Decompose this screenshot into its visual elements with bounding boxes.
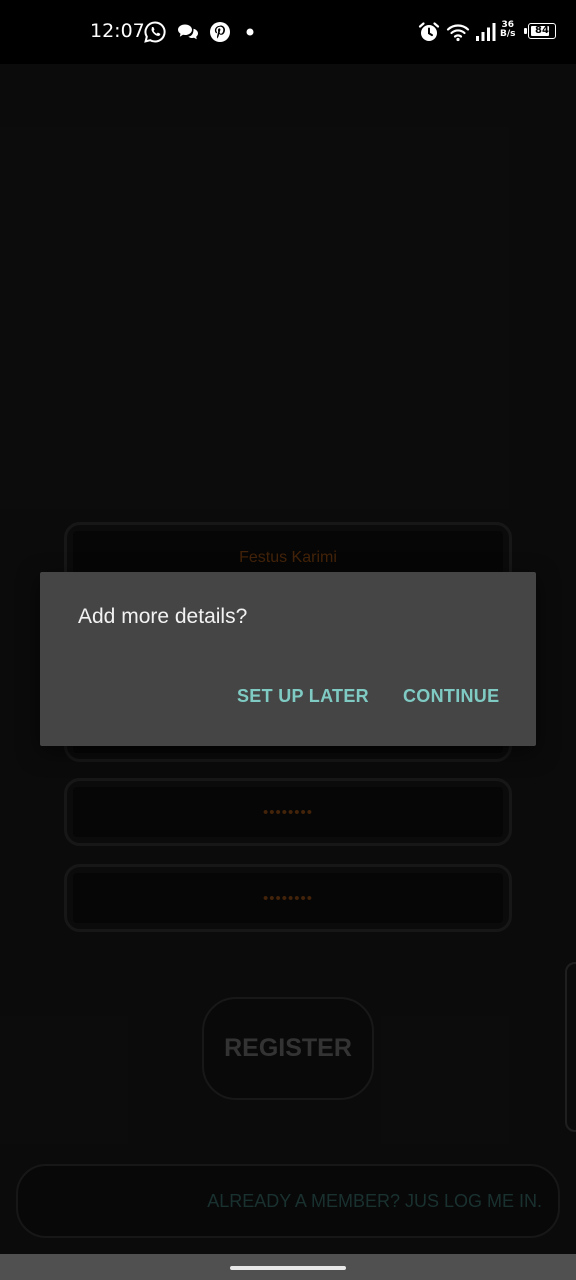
pinterest-icon: [210, 22, 230, 42]
battery-tip: [524, 28, 527, 34]
battery-level: 84: [535, 25, 549, 36]
network-speed-unit: B/s: [500, 29, 516, 39]
signal-icon: [476, 23, 496, 41]
chat-bubble-icon: [178, 24, 198, 40]
wifi-icon: [446, 24, 470, 42]
dialog-title: Add more details?: [78, 605, 248, 628]
battery-icon: 84: [528, 23, 556, 39]
alarm-icon: [418, 22, 440, 41]
status-time: 12:07: [90, 20, 145, 42]
navigation-bar: [0, 1254, 576, 1280]
whatsapp-icon: [144, 21, 166, 43]
status-bar: 12:07 36 B/s 84: [0, 0, 576, 64]
dot-icon: [246, 28, 254, 36]
home-gesture-handle[interactable]: [230, 1266, 346, 1270]
set-up-later-button[interactable]: SET UP LATER: [237, 686, 369, 707]
network-speed: 36 B/s: [500, 21, 516, 39]
add-details-dialog: Add more details? SET UP LATER CONTINUE: [40, 572, 536, 746]
continue-button[interactable]: CONTINUE: [403, 686, 499, 707]
